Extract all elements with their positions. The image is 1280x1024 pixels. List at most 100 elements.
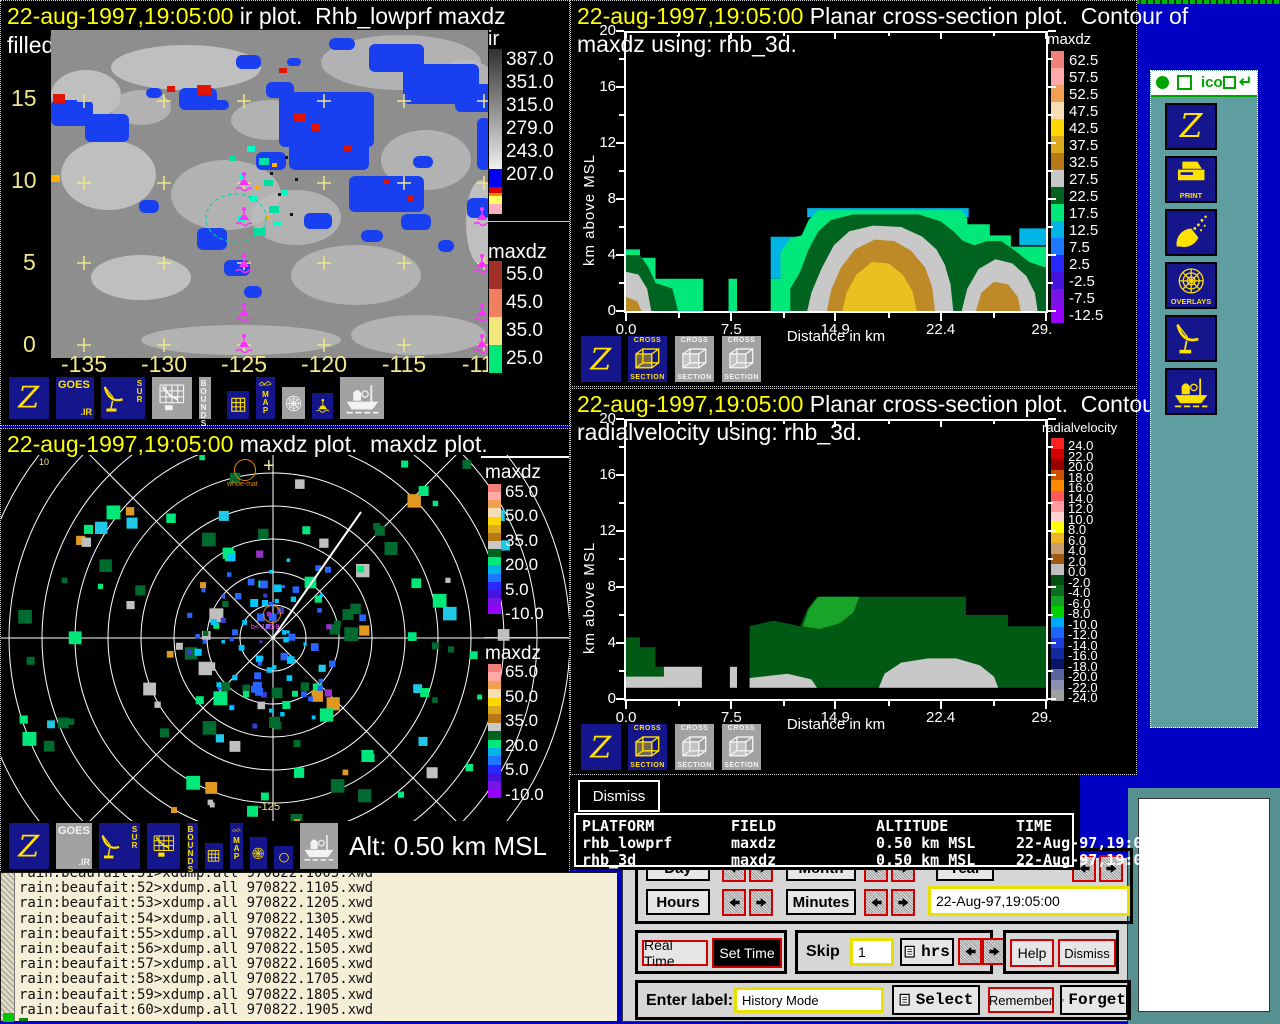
z-button[interactable]: Z bbox=[579, 334, 623, 384]
gridradar-button[interactable] bbox=[145, 821, 182, 871]
x-tick-label: 7.5 bbox=[720, 709, 742, 726]
skip-units-label: hrs bbox=[921, 943, 950, 961]
terminal-text: rain:beaufait:51>xdump.all 970822.1005.x… bbox=[19, 873, 374, 1021]
radar-center-circle bbox=[263, 605, 281, 623]
cube-button[interactable]: CROSS SECTION bbox=[673, 334, 716, 384]
grid-button[interactable] bbox=[203, 841, 225, 871]
platform-table: PLATFORM FIELD ALTITUDE TIME rhb_lowprf maxdz… bbox=[574, 813, 1179, 869]
set-time-button[interactable]: Set Time bbox=[712, 938, 782, 968]
minutes-decrement-button[interactable] bbox=[864, 889, 888, 916]
terminal-scrollbar[interactable] bbox=[1, 873, 15, 1021]
minutes-increment-button[interactable] bbox=[891, 889, 915, 916]
colorbar-tick-label: -7.5 bbox=[1069, 290, 1095, 307]
satellite-image[interactable] bbox=[51, 30, 488, 358]
ppi-radar-window: 22-aug-1997,19:05:00 maxdz plot. maxdz p… bbox=[0, 428, 570, 875]
hours-decrement-button[interactable] bbox=[722, 889, 746, 916]
section-label: SECTION bbox=[677, 762, 712, 769]
title-text: maxdz plot. maxdz plot. bbox=[233, 431, 488, 457]
skip-units-button[interactable]: hrs bbox=[900, 938, 954, 966]
lat-tick-label: 15 bbox=[11, 85, 37, 111]
z-button[interactable]: Z bbox=[1165, 103, 1217, 150]
map-button[interactable]: M A P bbox=[228, 821, 245, 871]
y-axis-label: km above MSL bbox=[581, 541, 598, 654]
contour-plot[interactable] bbox=[626, 419, 1046, 699]
select-button[interactable]: Select bbox=[892, 985, 980, 1015]
goes-button[interactable]: GOES .IR bbox=[54, 821, 94, 871]
sur-button[interactable] bbox=[1165, 315, 1217, 362]
help-button[interactable]: Help bbox=[1010, 939, 1054, 967]
table-cell: 0.50 km MSL bbox=[876, 834, 976, 852]
terminal-line: rain:beaufait:56>xdump.all 970822.1505.x… bbox=[19, 941, 374, 958]
rings-button[interactable] bbox=[280, 385, 307, 421]
feature-label: whoe-mat bbox=[227, 481, 258, 488]
z-button[interactable]: Z bbox=[7, 375, 51, 421]
feature-circle bbox=[234, 459, 256, 481]
hours-increment-button[interactable] bbox=[749, 889, 773, 916]
ship-button[interactable] bbox=[1165, 368, 1217, 415]
colorbar-tick-label: 20.0 bbox=[505, 735, 539, 755]
remember-button[interactable]: Remember bbox=[988, 987, 1054, 1013]
datetime-field[interactable]: 22-Aug-97,19:05:00 bbox=[928, 886, 1130, 916]
colorbar-tick-label: 65.0 bbox=[505, 482, 539, 501]
skip-decrement-button[interactable] bbox=[958, 938, 982, 965]
rings-button[interactable] bbox=[248, 835, 269, 871]
colorbar-tick-label: 20.0 bbox=[505, 555, 539, 575]
grid-button[interactable] bbox=[225, 389, 251, 421]
z-button[interactable]: Z bbox=[7, 821, 51, 871]
skip-group: Skip 1 hrs bbox=[795, 930, 1006, 974]
sur-label: S U R bbox=[131, 825, 138, 850]
bounds-button[interactable]: B O U N D S bbox=[197, 375, 213, 428]
forget-button[interactable]: Forget bbox=[1060, 985, 1128, 1015]
map-button[interactable]: M A P bbox=[254, 375, 277, 421]
terminal-window[interactable]: rain:beaufait:51>xdump.all 970822.1005.x… bbox=[0, 872, 618, 1022]
ppi-display[interactable] bbox=[1, 455, 569, 821]
cube-button[interactable]: CROSS SECTION bbox=[626, 334, 669, 384]
goes-label: GOES bbox=[58, 825, 90, 837]
colorbar-strip bbox=[489, 49, 502, 214]
z-button[interactable]: Z bbox=[579, 722, 623, 772]
rings-button[interactable]: OVERLAYS bbox=[1165, 262, 1217, 309]
contour-plot[interactable] bbox=[626, 31, 1046, 311]
colorbar-tick-label: 387.0 bbox=[506, 49, 554, 70]
colorbar-strip bbox=[489, 261, 502, 373]
cube-button[interactable]: CROSS SECTION bbox=[626, 722, 669, 772]
circle-button[interactable] bbox=[272, 844, 295, 871]
gridradar-button[interactable] bbox=[150, 375, 194, 421]
real-time-button[interactable]: Real Time bbox=[642, 937, 708, 969]
colorbar-title: radialvelocity bbox=[1042, 420, 1118, 435]
ship-button[interactable] bbox=[338, 375, 386, 421]
popup-dismiss-button[interactable]: Dismiss bbox=[578, 780, 660, 812]
colorbar-tick-label: 50.0 bbox=[505, 686, 539, 706]
hours-button[interactable]: Hours bbox=[646, 889, 710, 915]
cube-button[interactable]: CROSS SECTION bbox=[720, 334, 763, 384]
side-toolbar: Z PRINT OVERLAYS bbox=[1151, 71, 1257, 727]
title-text: ir plot. Rhb_lowprf maxdz bbox=[233, 3, 506, 29]
print-button[interactable]: PRINT bbox=[1165, 156, 1217, 203]
colorbar-tick-label: 32.5 bbox=[1069, 154, 1099, 171]
sur-button[interactable]: S U R bbox=[97, 821, 142, 871]
skip-value-field[interactable]: 1 bbox=[850, 938, 894, 966]
minutes-button[interactable]: Minutes bbox=[786, 889, 856, 915]
terminal-line: rain:beaufait:53>xdump.all 970822.1205.x… bbox=[19, 895, 374, 912]
north-marker: + bbox=[263, 455, 275, 477]
window-title: 22-aug-1997,19:05:00 Planar cross-sectio… bbox=[577, 3, 1188, 30]
ship-button[interactable] bbox=[298, 821, 340, 871]
x-tick-label: 29.9 bbox=[1031, 709, 1052, 726]
y-tick-label: 12 bbox=[599, 522, 616, 539]
window-title: 22-aug-1997,19:05:00 ir plot. Rhb_lowprf… bbox=[7, 3, 506, 30]
x-tick-label: 14.9 bbox=[820, 321, 850, 338]
background-window bbox=[1128, 788, 1280, 1024]
y-tick-label: 20 bbox=[599, 410, 616, 427]
dismiss-button[interactable]: Dismiss bbox=[1058, 939, 1116, 967]
goes-button[interactable]: GOES .IR bbox=[54, 375, 96, 421]
buoy-button[interactable] bbox=[310, 391, 335, 421]
dish-button[interactable] bbox=[1165, 209, 1217, 256]
sur-button[interactable]: S U R bbox=[99, 375, 147, 421]
map-label: M A P bbox=[233, 836, 240, 861]
colorbar-tick-label: 45.0 bbox=[506, 292, 543, 313]
title-date: 22-aug-1997,19:05:00 bbox=[7, 431, 234, 457]
cube-button[interactable]: CROSS SECTION bbox=[673, 722, 716, 772]
cube-button[interactable]: CROSS SECTION bbox=[720, 722, 763, 772]
bounds-button[interactable]: B O U N D S bbox=[185, 821, 200, 874]
label-field[interactable]: History Mode bbox=[734, 987, 884, 1013]
